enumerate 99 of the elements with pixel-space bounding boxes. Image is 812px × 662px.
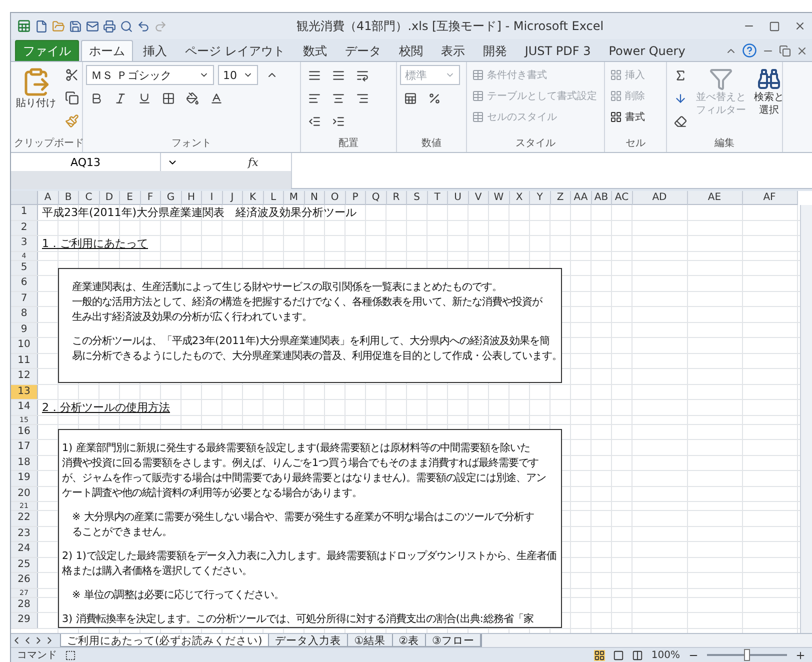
- row-header[interactable]: 7: [11, 292, 38, 306]
- ribbon-tab[interactable]: 挿入: [135, 40, 175, 61]
- column-header[interactable]: AD: [632, 191, 688, 205]
- column-header[interactable]: V: [468, 191, 489, 205]
- sheet-tab[interactable]: ③フロー: [425, 634, 482, 647]
- status-mode: コマンド: [17, 649, 57, 662]
- column-header[interactable]: AF: [742, 191, 798, 205]
- font-size-field[interactable]: 10: [218, 65, 258, 85]
- font-name-field[interactable]: ＭＳ Ｐゴシック: [86, 65, 214, 85]
- ribbon-tab[interactable]: 表示: [432, 40, 473, 61]
- sheet-tab[interactable]: データ入力表: [268, 634, 348, 647]
- group-label: セル: [624, 137, 646, 151]
- ribbon-tab[interactable]: ホーム: [81, 40, 133, 61]
- column-header[interactable]: H: [182, 191, 202, 205]
- group-label: 配置: [338, 136, 360, 151]
- column-header[interactable]: Z: [550, 191, 571, 205]
- paste-button[interactable]: 貼り付け: [14, 65, 58, 136]
- column-header[interactable]: S: [407, 191, 428, 205]
- column-header[interactable]: F: [140, 191, 161, 205]
- row-header[interactable]: 1: [11, 205, 38, 220]
- column-header[interactable]: J: [222, 191, 243, 205]
- paragraph: 産業連関表は、生産活動によって生じる財やサービスの取引関係を一覧表にまとめたものです。: [71, 280, 503, 295]
- find-select-button[interactable]: 検索と 選択: [752, 65, 786, 136]
- ribbon-tab[interactable]: Power Query: [600, 40, 694, 61]
- zoom-level[interactable]: 100%: [651, 650, 680, 660]
- ribbon-tab[interactable]: データ: [336, 40, 389, 61]
- row-header[interactable]: 5: [11, 260, 38, 275]
- paragraph: 1) 産業部門別に新規に発生する最終需要額を設定します(最終需要額とは原材料等の中間需要額を除いた 消費や投資に回る需要額をさします。例えば、りんごを1つ買う場合でもそのまま消費すれば最終需要です が、ジャムを作って販売する場合は中間需要であり最終需要とはなりません)。需要額の設定には別途、アン ケート調査や他の統計資料の利用等が必要となる場合があります。: [62, 441, 548, 501]
- group-label: 編集: [714, 137, 736, 151]
- column-header[interactable]: O: [325, 191, 346, 205]
- column-header[interactable]: Q: [366, 191, 386, 205]
- column-header[interactable]: D: [100, 191, 120, 205]
- column-header[interactable]: R: [386, 191, 407, 205]
- insert-function-button[interactable]: fx: [248, 156, 258, 168]
- row-header[interactable]: 2: [11, 220, 38, 235]
- row-header[interactable]: 22: [11, 511, 38, 526]
- paragraph: 3) 消費転換率を決定します。この分析ツールでは、可処分所得に対する消費支出の割合(出典:総務省「家: [62, 612, 534, 627]
- column-header[interactable]: AE: [688, 191, 742, 205]
- row-header[interactable]: 26: [11, 573, 38, 588]
- section-heading: 1．ご利用にあたって: [42, 236, 148, 251]
- column-header[interactable]: K: [243, 191, 264, 205]
- paragraph: ※ 大分県内の産業に需要が発生しない場合や、需要が発生する産業が不明な場合はこのツールで分析す ることができません。: [71, 510, 535, 540]
- column-header[interactable]: P: [346, 191, 366, 205]
- sheet-tab[interactable]: ①結果: [347, 634, 393, 647]
- row-header[interactable]: 6: [11, 276, 38, 290]
- row-header[interactable]: 13: [11, 384, 38, 399]
- group-label: 数値: [420, 137, 442, 151]
- row-header[interactable]: 11: [11, 354, 38, 368]
- row-header[interactable]: 16: [11, 424, 38, 439]
- ribbon-tab[interactable]: 校閲: [390, 40, 431, 61]
- sheet-title: 平成23年(2011年)大分県産業連関表 経済波及効果分析ツール: [42, 205, 357, 220]
- column-header[interactable]: G: [161, 191, 182, 205]
- row-header[interactable]: 28: [11, 598, 38, 612]
- group-label: スタイル: [514, 137, 556, 151]
- row-header[interactable]: 12: [11, 369, 38, 384]
- column-header[interactable]: I: [202, 191, 222, 205]
- row-header[interactable]: 29: [11, 613, 38, 628]
- column-header[interactable]: N: [304, 191, 325, 205]
- cell-menu-button[interactable]: 書式: [608, 107, 647, 127]
- column-header[interactable]: L: [264, 191, 284, 205]
- column-header[interactable]: Y: [530, 191, 550, 205]
- column-header[interactable]: AA: [571, 191, 592, 205]
- row-header[interactable]: 9: [11, 322, 38, 337]
- row-header[interactable]: 19: [11, 471, 38, 486]
- column-header[interactable]: B: [58, 191, 79, 205]
- ribbon-tab[interactable]: ページ レイアウト: [177, 40, 293, 61]
- column-header[interactable]: E: [120, 191, 140, 205]
- paragraph: この分析ツールは、「平成23年(2011年)大分県産業連関表」を利用して、大分県内への経済波及効果を簡 易に分析できるようにしたもので、大分県産業連関表の普及、利用促進を目的として作成・公表しています。: [71, 334, 561, 364]
- row-header[interactable]: 18: [11, 456, 38, 470]
- ribbon-tab[interactable]: 開発: [474, 40, 515, 61]
- window-title: 観光消費（41部門）.xls [互換モード] - Microsoft Excel: [295, 18, 605, 34]
- column-header[interactable]: W: [489, 191, 510, 205]
- sheet-tab[interactable]: ご利用にあたって(必ずお読みください): [60, 634, 270, 647]
- row-header[interactable]: 3: [11, 236, 38, 250]
- row-header[interactable]: 17: [11, 440, 38, 454]
- row-header[interactable]: 25: [11, 558, 38, 572]
- paragraph: 一般的な活用方法として、経済の構造を把握するだけでなく、各種係数表を用いて、新たな消費や投資が 生み出す経済波及効果の分析が広く行われています。: [71, 295, 544, 325]
- column-header[interactable]: AB: [592, 191, 612, 205]
- row-header[interactable]: 14: [11, 400, 38, 414]
- column-header[interactable]: AC: [612, 191, 632, 205]
- group-label: フォント: [170, 137, 212, 151]
- column-header[interactable]: C: [79, 191, 100, 205]
- column-header[interactable]: X: [510, 191, 530, 205]
- column-header[interactable]: T: [428, 191, 448, 205]
- column-header[interactable]: A: [38, 191, 58, 205]
- ribbon-tab[interactable]: JUST PDF 3: [516, 40, 599, 61]
- file-tab[interactable]: ファイル: [15, 40, 79, 61]
- sheet-tab[interactable]: ②表: [392, 634, 426, 647]
- paragraph: 2) 1)で設定した最終需要額をデータ入力表に入力します。最終需要額はドロップダウンリストから、生産者価 格または購入者価格を選択してください。: [62, 549, 558, 579]
- ribbon-tab[interactable]: 数式: [294, 40, 335, 61]
- section-heading: 2．分析ツールの使用方法: [42, 400, 170, 415]
- row-header[interactable]: 23: [11, 526, 38, 541]
- row-header[interactable]: 8: [11, 307, 38, 322]
- row-header[interactable]: 24: [11, 542, 38, 556]
- column-header[interactable]: U: [448, 191, 468, 205]
- column-header[interactable]: M: [284, 191, 304, 205]
- paragraph: ※ 単位の調整は必要に応じて行ってください。: [71, 588, 285, 603]
- row-header[interactable]: 10: [11, 338, 38, 352]
- row-header[interactable]: 20: [11, 486, 38, 501]
